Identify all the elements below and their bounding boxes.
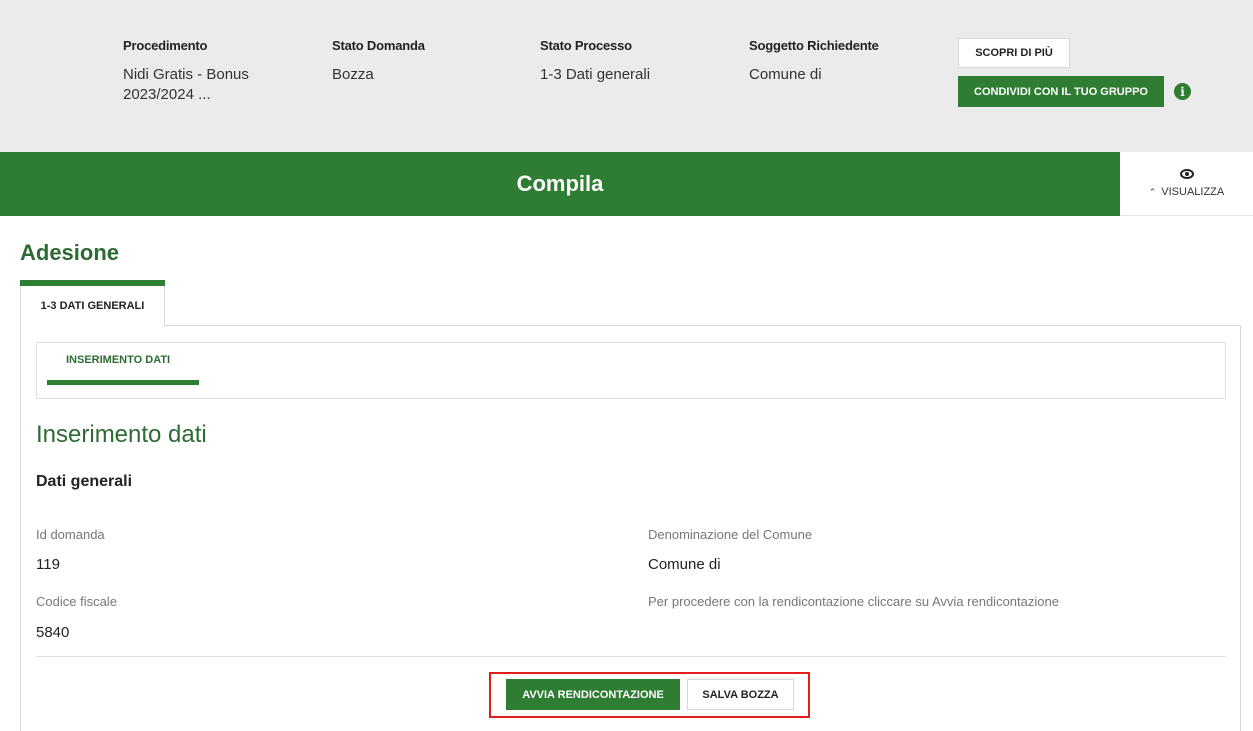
stato-domanda-label: Stato Domanda	[332, 38, 425, 53]
rendicontazione-note: Per procedere con la rendicontazione cli…	[648, 594, 1059, 609]
visualizza-toggle[interactable]: ⌃ VISUALIZZA	[1120, 152, 1253, 216]
procedimento-column: Procedimento Nidi Gratis - Bonus 2023/20…	[123, 38, 293, 105]
compila-title: Compila	[516, 171, 604, 196]
tab-dati-generali[interactable]: 1-3 DATI GENERALI	[20, 286, 165, 326]
section-title: Inserimento dati	[36, 421, 207, 448]
visualizza-label: VISUALIZZA	[1161, 186, 1225, 198]
soggetto-label: Soggetto Richiedente	[749, 38, 879, 53]
chevron-up-icon: ⌃	[1148, 186, 1157, 197]
compila-bar: Compila	[0, 152, 1120, 216]
step-inserimento-dati[interactable]: INSERIMENTO DATI	[66, 354, 170, 366]
info-icon[interactable]: i	[1174, 83, 1191, 100]
codice-fiscale-value: 5840	[36, 624, 70, 641]
divider	[36, 656, 1226, 657]
procedure-info-header: Procedimento Nidi Gratis - Bonus 2023/20…	[0, 0, 1253, 152]
salva-bozza-button[interactable]: SALVA BOZZA	[687, 679, 794, 710]
stato-processo-label: Stato Processo	[540, 38, 632, 53]
eye-icon	[1179, 169, 1194, 179]
step-active-indicator	[47, 380, 199, 385]
stato-domanda-value: Bozza	[332, 66, 374, 83]
procedimento-value: Nidi Gratis - Bonus 2023/2024 ...	[123, 66, 249, 103]
condividi-gruppo-button[interactable]: CONDIVIDI CON IL TUO GRUPPO	[958, 76, 1164, 107]
id-domanda-label: Id domanda	[36, 527, 105, 542]
codice-fiscale-label: Codice fiscale	[36, 594, 117, 609]
id-domanda-value: 119	[36, 556, 60, 573]
denominazione-value: Comune di	[648, 556, 721, 573]
step-navigation	[36, 342, 1226, 399]
soggetto-column: Soggetto Richiedente Comune di	[749, 38, 929, 85]
procedimento-label: Procedimento	[123, 38, 208, 53]
stato-domanda-column: Stato Domanda Bozza	[332, 38, 502, 85]
avvia-rendicontazione-button[interactable]: AVVIA RENDICONTAZIONE	[506, 679, 680, 710]
scopri-di-piu-button[interactable]: SCOPRI DI PIÙ	[958, 38, 1070, 68]
subsection-title: Dati generali	[36, 473, 133, 490]
stato-processo-column: Stato Processo 1-3 Dati generali	[540, 38, 720, 85]
page-title: Adesione	[20, 240, 120, 265]
soggetto-value: Comune di	[749, 66, 822, 83]
stato-processo-value: 1-3 Dati generali	[540, 66, 651, 83]
denominazione-label: Denominazione del Comune	[648, 527, 813, 542]
